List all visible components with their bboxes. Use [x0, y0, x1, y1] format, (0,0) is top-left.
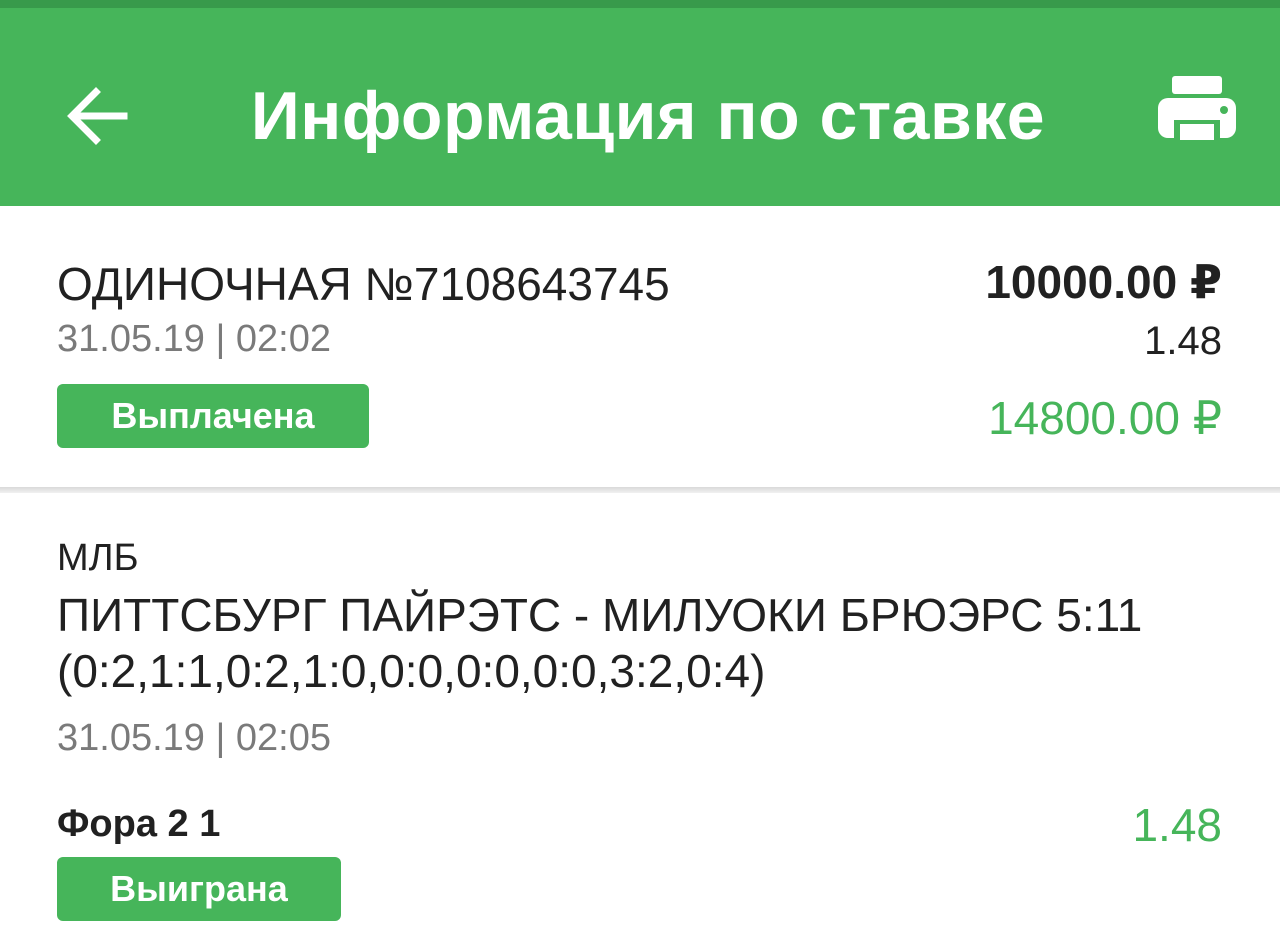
event-name: ПИТТСБУРГ ПАЙРЭТС - МИЛУОКИ БРЮЭРС 5:11 …	[57, 589, 1143, 697]
status-bar	[0, 0, 1280, 8]
status-badge-paid: Выплачена	[57, 384, 369, 448]
app-bar: Информация по ставке	[0, 8, 1280, 206]
stake-amount: 10000.00 ₽	[985, 256, 1222, 308]
page-title: Информация по ставке	[250, 78, 1046, 154]
bet-title: ОДИНОЧНАЯ №7108643745	[57, 258, 670, 310]
bet-datetime: 31.05.19 | 02:02	[57, 318, 331, 360]
selection-odds: 1.48	[1132, 799, 1222, 851]
payout-amount: 14800.00 ₽	[988, 392, 1222, 444]
status-badge-won: Выиграна	[57, 857, 341, 921]
total-odds: 1.48	[1144, 319, 1222, 363]
event-card: МЛБ ПИТТСБУРГ ПАЙРЭТС - МИЛУОКИ БРЮЭРС 5…	[0, 493, 1280, 943]
event-datetime: 31.05.19 | 02:05	[57, 717, 331, 759]
bet-summary-card: ОДИНОЧНАЯ №7108643745 31.05.19 | 02:02 В…	[0, 206, 1280, 487]
league-name: МЛБ	[57, 537, 139, 579]
printer-icon	[1158, 76, 1236, 146]
market-name: Фора 2 1	[57, 803, 221, 845]
print-button[interactable]	[1150, 72, 1244, 166]
